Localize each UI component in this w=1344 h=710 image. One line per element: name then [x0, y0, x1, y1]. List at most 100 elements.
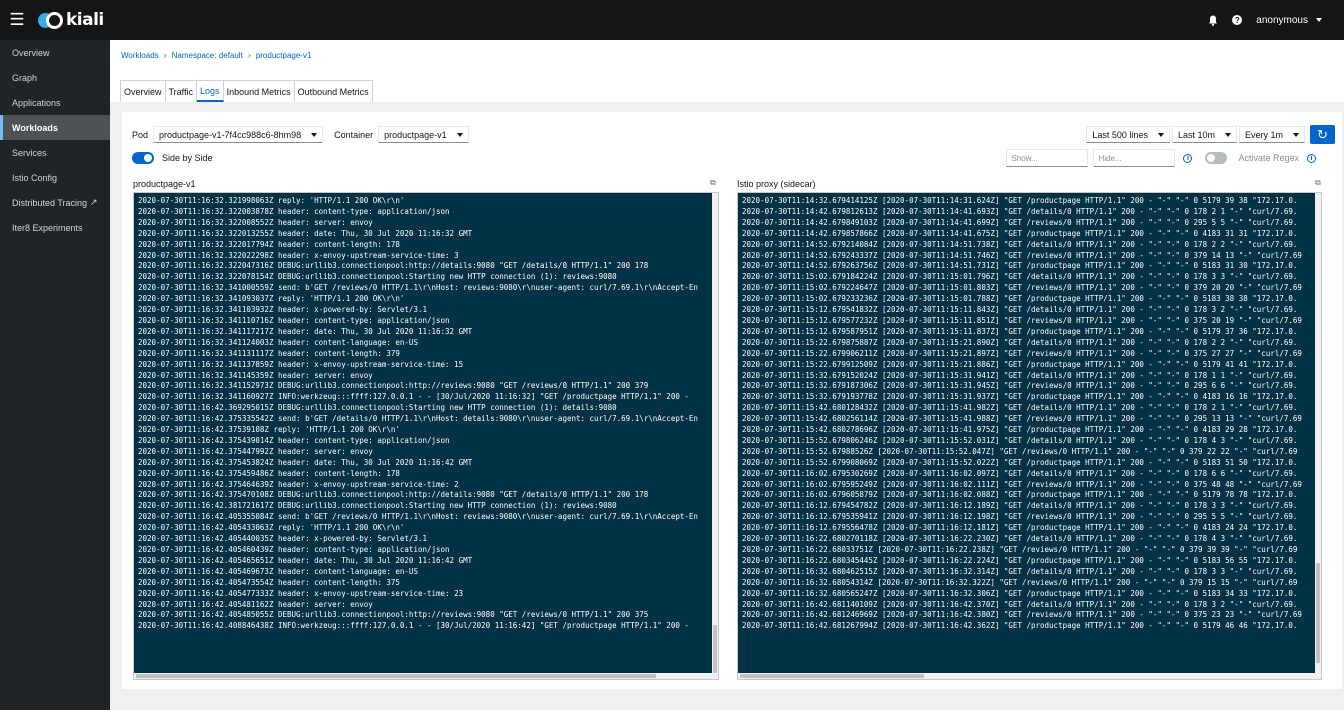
- sidebar-item-iter8-experiments[interactable]: Iter8 Experiments: [0, 215, 110, 240]
- tab-overview[interactable]: Overview: [121, 81, 166, 102]
- log-line: 2020-07-30T11:16:32.322017794Z header: c…: [138, 239, 400, 249]
- chevron-right-icon: ›: [163, 50, 167, 60]
- left-log-vertical-scrollbar[interactable]: [712, 193, 718, 679]
- tab-outbound-metrics[interactable]: Outbound Metrics: [295, 81, 372, 102]
- scrollbar-thumb[interactable]: [713, 625, 717, 673]
- sidebar-item-istio-config[interactable]: Istio Config: [0, 165, 110, 190]
- log-line: 2020-07-30T11:16:32.341124003Z header: c…: [138, 337, 418, 347]
- sidebar-item-overview[interactable]: Overview: [0, 40, 110, 65]
- chevron-down-icon: [1316, 18, 1322, 22]
- sidebar-item-services[interactable]: Services: [0, 140, 110, 165]
- log-line: 2020-07-30T11:16:32.341152973Z DEBUG:url…: [138, 381, 649, 391]
- log-line: 2020-07-30T11:16:32.322022298Z header: x…: [138, 250, 459, 260]
- tab-bar: Overview Traffic Logs Inbound Metrics Ou…: [120, 80, 373, 102]
- left-pane-title: productpage-v1: [133, 179, 196, 189]
- pod-select-value: productpage-v1-7f4cc988c6-8hm98: [159, 129, 302, 140]
- brand-logo[interactable]: kiali: [38, 10, 104, 30]
- info-icon[interactable]: i: [1183, 153, 1193, 163]
- copy-icon[interactable]: ⧉: [1315, 178, 1321, 188]
- log-line: 2020-07-30T11:16:32.341103932Z header: x…: [138, 305, 427, 315]
- log-line: 2020-07-30T11:16:42.37539108Z reply: 'HT…: [138, 425, 400, 435]
- log-line: 2020-07-30T11:14:42.679857866Z [2020-07-…: [742, 228, 1298, 238]
- log-line: 2020-07-30T11:16:42.375453824Z header: d…: [138, 457, 473, 467]
- right-log-vertical-scrollbar[interactable]: [1315, 193, 1321, 679]
- container-select[interactable]: productpage-v1: [378, 126, 469, 143]
- main-content: Workloads › Namespace: default › product…: [110, 40, 1344, 710]
- log-line: 2020-07-30T11:15:52.67988526Z [2020-07-3…: [742, 446, 1298, 456]
- refresh-button[interactable]: ↻: [1310, 125, 1335, 144]
- duration-select[interactable]: Last 10m: [1171, 126, 1237, 143]
- hamburger-menu-icon[interactable]: ☰: [0, 10, 34, 30]
- sidebar-item-distributed-tracing[interactable]: Distributed Tracing ↗: [0, 190, 110, 215]
- copy-icon[interactable]: ⧉: [710, 178, 716, 188]
- log-line: 2020-07-30T11:15:22.679906211Z [2020-07-…: [742, 348, 1302, 358]
- brand-name: kiali: [66, 10, 104, 30]
- log-line: 2020-07-30T11:16:22.680345445Z [2020-07-…: [742, 555, 1298, 565]
- side-by-side-switch[interactable]: [132, 152, 154, 164]
- log-line: 2020-07-30T11:16:02.679595249Z [2020-07-…: [742, 479, 1302, 489]
- tab-logs[interactable]: Logs: [197, 81, 224, 102]
- scrollbar-thumb[interactable]: [136, 674, 656, 678]
- breadcrumb-namespace[interactable]: Namespace: default: [172, 51, 243, 60]
- log-line: 2020-07-30T11:16:42.405440035Z header: x…: [138, 534, 427, 544]
- log-line: 2020-07-30T11:16:32.680565247Z [2020-07-…: [742, 588, 1298, 598]
- hide-filter-input[interactable]: [1093, 149, 1176, 167]
- sidebar-item-graph[interactable]: Graph: [0, 65, 110, 90]
- tab-inbound-metrics[interactable]: Inbound Metrics: [224, 81, 295, 102]
- breadcrumb-workload[interactable]: productpage-v1: [256, 51, 312, 60]
- log-line: 2020-07-30T11:15:32.679193778Z [2020-07-…: [742, 392, 1298, 402]
- scrollbar-thumb[interactable]: [1316, 563, 1320, 663]
- chevron-down-icon: [1157, 132, 1164, 137]
- right-log-viewer[interactable]: 2020-07-30T11:14:32.679414125Z [2020-07-…: [737, 192, 1322, 680]
- log-line: 2020-07-30T11:16:32.68054314Z [2020-07-3…: [742, 577, 1298, 587]
- log-line: 2020-07-30T11:15:52.679806246Z [2020-07-…: [742, 435, 1298, 445]
- log-line: 2020-07-30T11:16:42.375439014Z header: c…: [138, 435, 450, 445]
- log-line: 2020-07-30T11:15:52.679908069Z [2020-07-…: [742, 457, 1298, 467]
- user-name: anonymous: [1256, 14, 1308, 26]
- pod-label: Pod: [132, 129, 149, 140]
- log-line: 2020-07-30T11:15:12.679541832Z [2020-07-…: [742, 305, 1298, 315]
- log-line: 2020-07-30T11:16:42.375335542Z send: b'G…: [138, 414, 698, 424]
- sidebar-item-workloads[interactable]: Workloads: [0, 115, 110, 140]
- log-line: 2020-07-30T11:16:32.341160927Z INFO:werk…: [138, 392, 689, 402]
- show-filter-input[interactable]: [1006, 149, 1089, 167]
- pod-select[interactable]: productpage-v1-7f4cc988c6-8hm98: [153, 126, 324, 143]
- breadcrumb-workloads[interactable]: Workloads: [121, 51, 159, 60]
- log-line: 2020-07-30T11:16:42.375464639Z header: x…: [138, 479, 459, 489]
- tail-lines-select[interactable]: Last 500 lines: [1086, 126, 1170, 143]
- refresh-interval-select[interactable]: Every 1m: [1238, 126, 1305, 143]
- page-header: Workloads › Namespace: default › product…: [110, 40, 1344, 102]
- left-log-viewer[interactable]: 2020-07-30T11:16:32.321998063Z reply: 'H…: [133, 192, 719, 680]
- log-line: 2020-07-30T11:15:42.680278696Z [2020-07-…: [742, 425, 1298, 435]
- log-line: 2020-07-30T11:15:42.680128432Z [2020-07-…: [742, 403, 1298, 413]
- log-line: 2020-07-30T11:16:32.341117217Z header: d…: [138, 326, 473, 336]
- logs-toolbar-right: Last 500 lines Last 10m Every 1m ↻: [1086, 125, 1335, 144]
- bell-icon[interactable]: [1208, 15, 1218, 26]
- log-line: 2020-07-30T11:16:42.375470108Z DEBUG:url…: [138, 490, 649, 500]
- chevron-right-icon: ›: [247, 50, 251, 60]
- sidebar-item-applications[interactable]: Applications: [0, 90, 110, 115]
- info-icon[interactable]: i: [1307, 153, 1316, 163]
- log-line: 2020-07-30T11:16:32.341093037Z reply: 'H…: [138, 294, 405, 304]
- log-line: 2020-07-30T11:16:42.405433063Z reply: 'H…: [138, 523, 405, 533]
- help-icon[interactable]: ?: [1232, 15, 1243, 25]
- log-line: 2020-07-30T11:16:12.679454782Z [2020-07-…: [742, 501, 1298, 511]
- sidebar: Overview Graph Applications Workloads Se…: [0, 40, 110, 710]
- log-line: 2020-07-30T11:16:02.679605879Z [2020-07-…: [742, 490, 1298, 500]
- user-menu[interactable]: anonymous: [1256, 15, 1322, 26]
- log-line: 2020-07-30T11:16:32.341137859Z header: x…: [138, 359, 464, 369]
- log-line: 2020-07-30T11:14:32.679414125Z [2020-07-…: [742, 196, 1298, 205]
- chevron-down-icon: [1293, 132, 1299, 137]
- activate-regex-switch[interactable]: [1205, 152, 1228, 164]
- log-line: 2020-07-30T11:16:42.405473554Z header: c…: [138, 577, 400, 587]
- refresh-icon: ↻: [1317, 126, 1328, 142]
- right-pane-title: Istio proxy (sidecar): [737, 179, 816, 189]
- right-log-horizontal-scrollbar[interactable]: [738, 673, 1317, 679]
- log-line: 2020-07-30T11:16:42.405477333Z header: x…: [138, 588, 464, 598]
- log-line: 2020-07-30T11:16:32.321998063Z reply: 'H…: [138, 196, 405, 205]
- scrollbar-thumb[interactable]: [740, 674, 924, 678]
- log-line: 2020-07-30T11:16:32.341000559Z send: b'G…: [138, 283, 698, 293]
- left-log-horizontal-scrollbar[interactable]: [134, 673, 714, 679]
- log-line: 2020-07-30T11:15:22.679912509Z [2020-07-…: [742, 359, 1298, 369]
- tab-traffic[interactable]: Traffic: [166, 81, 198, 102]
